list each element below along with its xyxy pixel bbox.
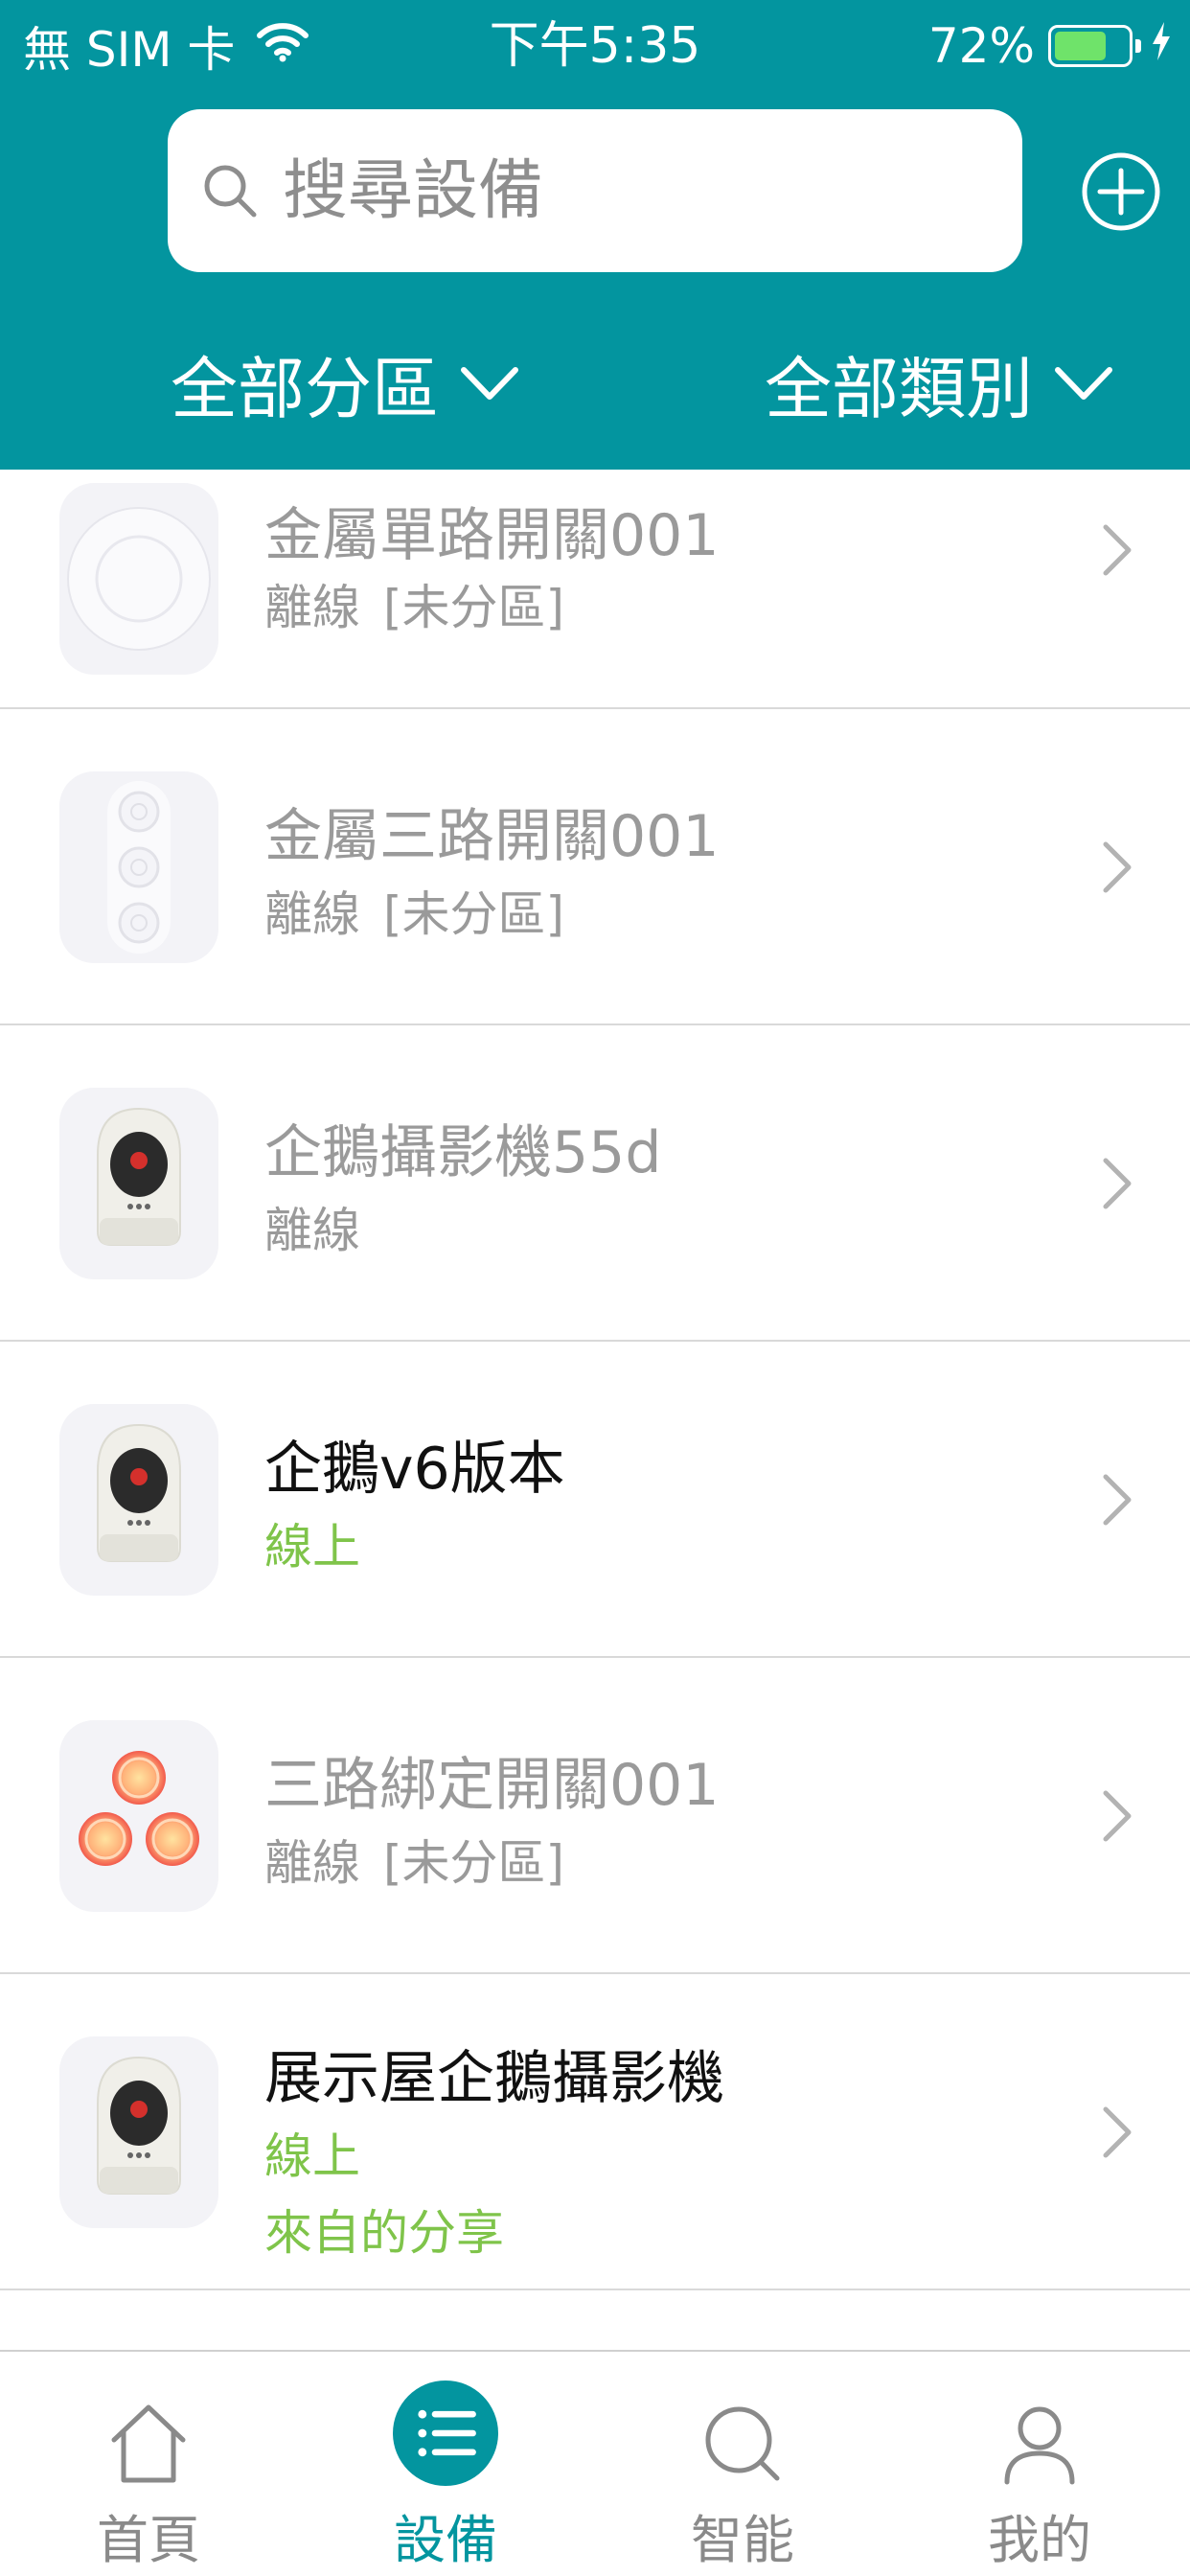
device-name: 金屬三路開關001 bbox=[264, 803, 720, 870]
status-text: 線上 bbox=[264, 1519, 360, 1575]
type-filter-dropdown[interactable]: 全部類別 bbox=[765, 335, 1113, 431]
chevron-right-icon bbox=[1103, 1158, 1132, 1209]
chevron-right-icon bbox=[1103, 841, 1132, 893]
zone-text: [未分區] bbox=[383, 580, 565, 635]
camera-icon bbox=[59, 1404, 218, 1596]
device-list-icon bbox=[393, 2380, 498, 2486]
bottom-tab-bar: 首頁 設備 智能 我的 bbox=[0, 2350, 1190, 2576]
device-row[interactable]: 展示屋企鵝攝影機 線上 來自的分享 bbox=[0, 1974, 1190, 2290]
tab-smart[interactable]: 智能 bbox=[594, 2352, 891, 2576]
chevron-right-icon bbox=[1103, 524, 1132, 576]
tab-label: 智能 bbox=[691, 2510, 794, 2570]
zone-filter-dropdown[interactable]: 全部分區 bbox=[171, 335, 519, 431]
chevron-right-icon bbox=[1103, 2106, 1132, 2158]
app-header: 無 SIM 卡 下午5:35 72% 搜尋設備 全部分區 全部類別 bbox=[0, 0, 1190, 470]
device-name: 企鵝攝影機55d bbox=[264, 1119, 662, 1186]
device-row[interactable]: 企鵝v6版本 線上 bbox=[0, 1342, 1190, 1658]
tab-label: 首頁 bbox=[97, 2510, 200, 2570]
type-filter-label: 全部類別 bbox=[765, 349, 1033, 428]
tab-home[interactable]: 首頁 bbox=[0, 2352, 297, 2576]
camera-icon bbox=[59, 2036, 218, 2228]
smart-search-icon bbox=[705, 2406, 780, 2481]
status-text: 離線 bbox=[264, 1835, 360, 1891]
zone-filter-label: 全部分區 bbox=[171, 349, 439, 428]
device-name: 展示屋企鵝攝影機 bbox=[264, 2045, 724, 2112]
charging-bolt-icon bbox=[1150, 18, 1173, 74]
chevron-down-icon bbox=[461, 367, 518, 400]
tab-label: 設備 bbox=[394, 2510, 497, 2570]
search-bar[interactable] bbox=[168, 109, 1022, 272]
device-row[interactable]: 企鵝攝影機55d 離線 bbox=[0, 1025, 1190, 1342]
profile-icon bbox=[1004, 2406, 1075, 2485]
chevron-down-icon bbox=[1055, 367, 1112, 400]
battery-area: 72% bbox=[928, 17, 1173, 75]
chevron-right-icon bbox=[1103, 1474, 1132, 1526]
device-status: 離線 bbox=[264, 1192, 360, 1261]
single-switch-icon bbox=[59, 483, 218, 675]
device-list[interactable]: 金屬單路開關001 離線 [未分區] 金屬三路開關001 離線 [未分區] 企鵝… bbox=[0, 470, 1190, 2350]
status-bar: 無 SIM 卡 下午5:35 72% bbox=[0, 0, 1190, 96]
tab-devices[interactable]: 設備 bbox=[297, 2352, 594, 2576]
binding-switch-icon bbox=[59, 1720, 218, 1912]
device-name: 企鵝v6版本 bbox=[264, 1436, 565, 1503]
home-icon bbox=[111, 2404, 186, 2483]
device-name: 金屬單路開關001 bbox=[264, 502, 720, 569]
status-text: 線上 bbox=[264, 2128, 360, 2184]
device-status: 離線 [未分區] bbox=[264, 569, 564, 638]
triple-switch-icon bbox=[59, 771, 218, 963]
device-name: 三路綁定開關001 bbox=[264, 1752, 720, 1819]
tab-profile[interactable]: 我的 bbox=[891, 2352, 1188, 2576]
tab-label: 我的 bbox=[988, 2510, 1091, 2570]
share-label: 來自的分享 bbox=[264, 2205, 504, 2261]
search-icon bbox=[204, 165, 257, 218]
battery-fill bbox=[1055, 32, 1106, 60]
device-status: 離線 [未分區] bbox=[264, 876, 564, 945]
chevron-right-icon bbox=[1103, 1790, 1132, 1842]
battery-icon bbox=[1048, 25, 1141, 67]
device-status: 線上 bbox=[264, 1508, 360, 1577]
search-input[interactable] bbox=[281, 151, 955, 230]
device-row[interactable]: 三路綁定開關001 離線 [未分區] bbox=[0, 1658, 1190, 1974]
camera-icon bbox=[59, 1088, 218, 1279]
device-status: 線上 bbox=[264, 2118, 360, 2187]
status-text: 離線 bbox=[264, 580, 360, 635]
zone-text: [未分區] bbox=[383, 1835, 565, 1891]
battery-percent: 72% bbox=[927, 18, 1035, 74]
device-status: 離線 [未分區] bbox=[264, 1825, 564, 1894]
status-text: 離線 bbox=[264, 886, 360, 942]
zone-text: [未分區] bbox=[383, 886, 565, 942]
device-row[interactable]: 金屬三路開關001 離線 [未分區] bbox=[0, 709, 1190, 1025]
device-row[interactable]: 金屬單路開關001 離線 [未分區] bbox=[0, 470, 1190, 709]
add-device-button[interactable] bbox=[1079, 142, 1163, 242]
status-text: 離線 bbox=[264, 1203, 360, 1258]
